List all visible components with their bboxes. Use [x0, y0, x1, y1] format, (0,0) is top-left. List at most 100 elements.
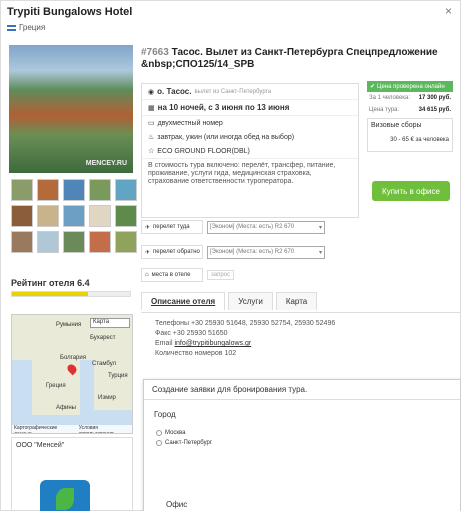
booking-request-form: Создание заявки для бронирования тура. Г… — [143, 379, 461, 511]
flight-there-value: [Эконом] (Места: есть) R2 670 — [210, 224, 295, 230]
photo-thumbnails — [11, 179, 137, 253]
photo-watermark: MENCEY.RU — [85, 160, 127, 167]
plane-icon: ✈ — [145, 224, 151, 231]
photo-thumbnail[interactable] — [11, 179, 33, 201]
tour-info-box: ◉ о. Тасос. вылет из Санкт-Петербурга ▦ на … — [141, 83, 359, 218]
pin-icon: ◉ — [148, 88, 155, 96]
email-link[interactable]: info@trypitibungalows.gr — [174, 340, 251, 347]
map-label: Болгария — [60, 355, 86, 361]
leaf-icon — [56, 488, 74, 510]
dates: на 10 ночей, с 3 июня по 13 июня — [157, 103, 290, 112]
tab-hotel-description[interactable]: Описание отеля — [141, 292, 226, 310]
country-label: Греция — [19, 23, 46, 32]
chevron-down-icon: ▾ — [318, 224, 322, 231]
roomtype-row: ☆ ECO GROUND FLOOR(DBL) — [142, 144, 358, 159]
badge-text: Цена проверена онлайн — [377, 83, 445, 90]
visa-box: Визовые сборы 30 - 65 € за человека — [367, 118, 453, 152]
buy-in-office-button[interactable]: Купить в офисе — [372, 181, 450, 201]
rating-bar — [11, 291, 131, 297]
greece-flag-icon — [7, 24, 16, 31]
photo-thumbnail[interactable] — [63, 231, 85, 253]
flight-there-select[interactable]: [Эконом] (Места: есть) R2 670 ▾ — [207, 220, 325, 234]
map-type-select[interactable]: Карта — [90, 318, 130, 328]
food-icon: ♨ — [148, 134, 155, 141]
calendar-icon: ▦ — [148, 104, 155, 112]
roomtype: ECO GROUND FLOOR(DBL) — [157, 147, 250, 155]
city-option-label: Москва — [165, 430, 186, 436]
departure: вылет из Санкт-Петербурга — [194, 88, 272, 95]
per-person-price: 17 300 руб. — [418, 95, 451, 101]
agency-name: ООО "Менсей" — [16, 442, 65, 449]
included-text: В стоимость тура включено: перелёт, тран… — [148, 162, 336, 185]
tab-services[interactable]: Услуги — [228, 292, 273, 310]
map-label: Греция — [46, 383, 66, 389]
star-icon: ☆ — [148, 148, 155, 155]
total-price: 34 615 руб. — [418, 107, 451, 113]
photo-thumbnail[interactable] — [37, 179, 59, 201]
meals: завтрак, ужин (или иногда обед на выбор) — [157, 133, 295, 141]
radio-icon — [156, 440, 162, 446]
house-icon: ⌂ — [145, 272, 149, 278]
photo-thumbnail[interactable] — [37, 231, 59, 253]
close-icon[interactable]: × — [445, 4, 452, 18]
fax: Факс +30 25930 51650 — [155, 330, 228, 337]
city-label: Город — [154, 410, 176, 419]
city-option-moscow[interactable]: Москва — [156, 430, 185, 436]
flight-there-row: ✈ перелет туда [Эконом] (Места: есть) R2 … — [141, 220, 325, 234]
map-label: Румыния — [56, 322, 82, 328]
tour-title: #7663 Тасос. Вылет из Санкт-Петербурга С… — [141, 47, 453, 71]
tab-divider — [141, 312, 461, 313]
chevron-down-icon: ▾ — [318, 249, 322, 256]
photo-thumbnail[interactable] — [115, 179, 137, 201]
city-option-label: Санкт-Петербург — [165, 440, 213, 446]
hotel-rating-label: Рейтинг отеля 6.4 — [11, 278, 90, 288]
map-label: Бухарест — [90, 335, 116, 341]
form-title: Создание заявки для бронирования тура. — [144, 380, 460, 400]
photo-thumbnail[interactable] — [89, 179, 111, 201]
agency-card: ООО "Менсей" — [11, 437, 133, 511]
map-label: Афины — [56, 405, 76, 411]
map-data-link[interactable]: Картографические данные — [14, 425, 74, 433]
photo-thumbnail[interactable] — [115, 231, 137, 253]
total-label: Цена тура: — [369, 107, 400, 113]
hotel-status: запрос — [207, 270, 235, 280]
total-row: Цена тура: 34 615 руб. — [367, 104, 453, 116]
photo-thumbnail[interactable] — [63, 179, 85, 201]
flight-back-row: ✈ перелет обратно [Эконом] (Места: есть) … — [141, 245, 325, 259]
photo-thumbnail[interactable] — [11, 205, 33, 227]
flight-back-select[interactable]: [Эконом] (Места: есть) R2 670 ▾ — [207, 245, 325, 259]
photo-thumbnail[interactable] — [89, 205, 111, 227]
per-person-row: За 1 человека: 17 300 руб. — [367, 92, 453, 104]
office-label: Офис — [166, 500, 188, 509]
place: о. Тасос. — [157, 87, 192, 96]
map-label: Стамбул — [92, 361, 117, 367]
hotel-places-row: ⌂ места в отеле запрос — [141, 268, 235, 282]
phones: Телефоны +30 25930 51648, 25930 52754, 2… — [155, 320, 336, 327]
email-label: Email — [155, 340, 173, 347]
tour-number: #7663 — [141, 47, 169, 58]
rooms-count: Количество номеров 102 — [155, 350, 237, 357]
map-label: Турция — [108, 373, 128, 379]
meals-row: ♨ завтрак, ужин (или иногда обед на выбор… — [142, 130, 358, 144]
city-option-spb[interactable]: Санкт-Петербург — [156, 440, 212, 446]
visa-price: 30 - 65 € за человека — [390, 137, 449, 143]
map-terms-link[interactable]: Условия использования — [79, 425, 132, 433]
radio-icon — [156, 430, 162, 436]
agency-logo — [40, 480, 90, 511]
place-row: ◉ о. Тасос. вылет из Санкт-Петербурга — [142, 84, 358, 100]
photo-thumbnail[interactable] — [63, 205, 85, 227]
per-person-label: За 1 человека: — [369, 95, 411, 101]
dates-row: ▦ на 10 ночей, с 3 июня по 13 июня — [142, 100, 358, 116]
rating-bar-fill — [12, 292, 88, 296]
hotel-main-photo[interactable]: MENCEY.RU — [9, 45, 133, 173]
tab-map[interactable]: Карта — [275, 292, 318, 310]
email-row: Email info@trypitibungalows.gr — [155, 339, 355, 349]
photo-thumbnail[interactable] — [37, 205, 59, 227]
photo-thumbnail[interactable] — [115, 205, 137, 227]
photo-thumbnail[interactable] — [89, 231, 111, 253]
flight-back-value: [Эконом] (Места: есть) R2 670 — [210, 249, 295, 255]
hotel-map[interactable]: Карта Румыния Бухарест Болгария Турция С… — [11, 314, 133, 434]
map-label: Измир — [98, 395, 116, 401]
info-tabs: Описание отеля Услуги Карта — [141, 292, 320, 310]
photo-thumbnail[interactable] — [11, 231, 33, 253]
